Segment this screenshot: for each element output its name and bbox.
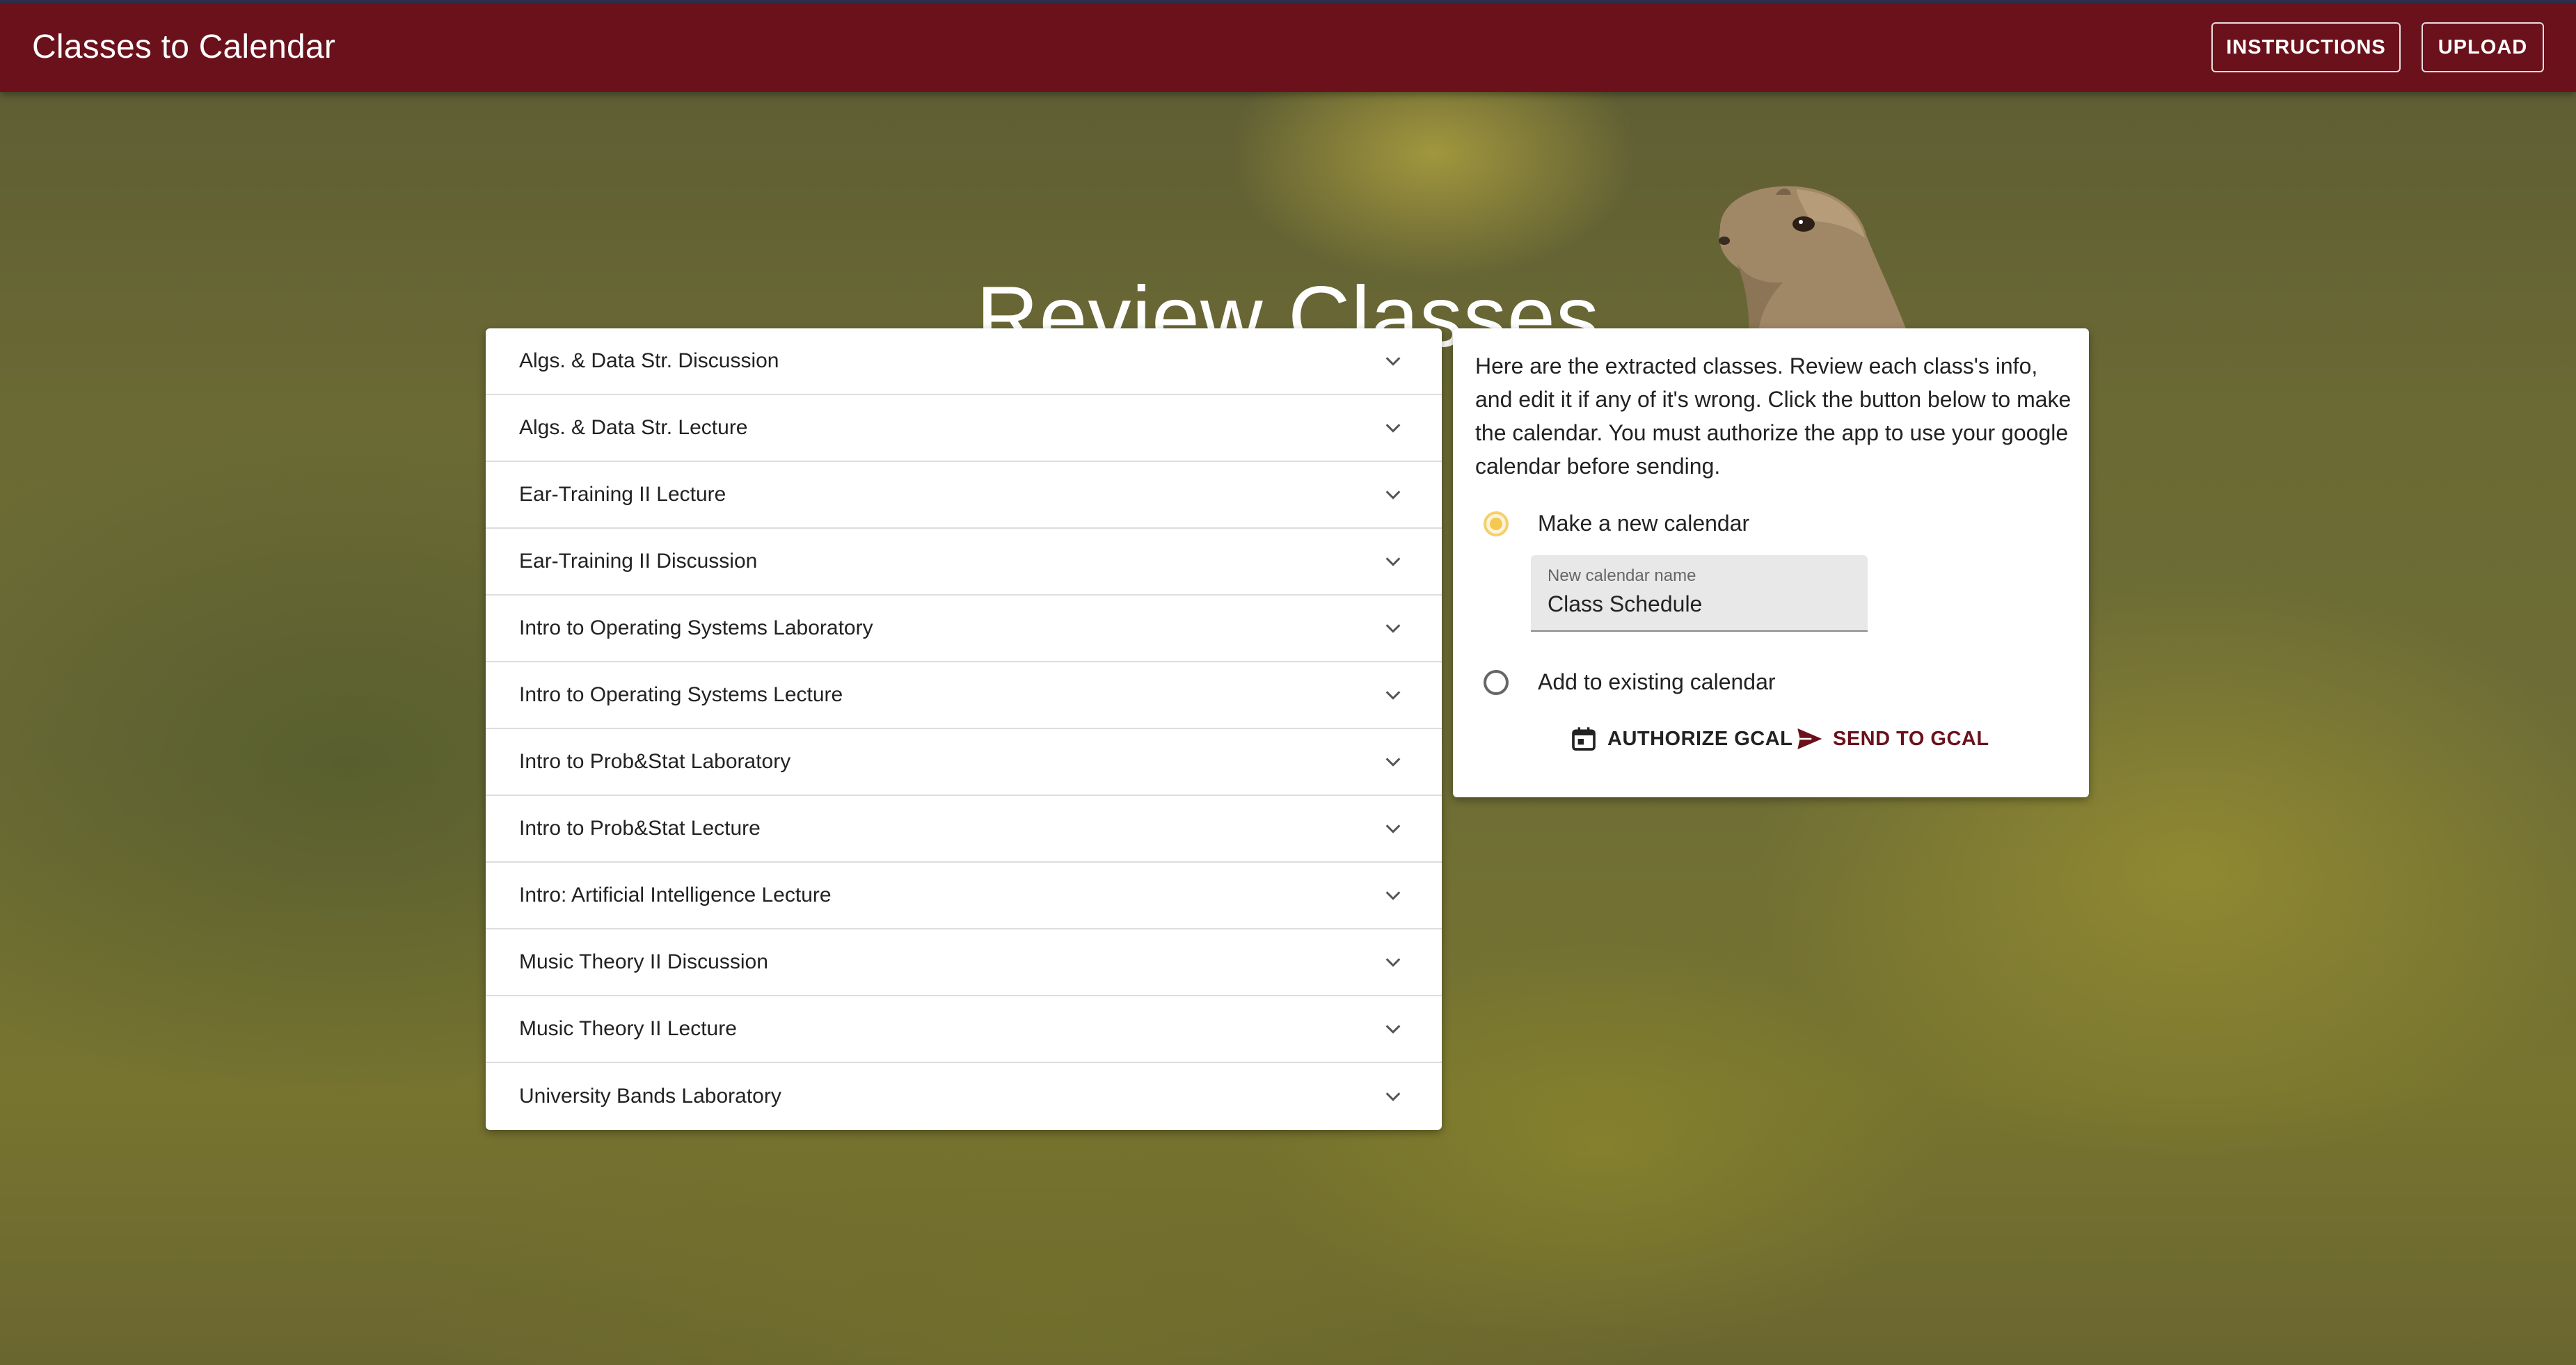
chevron-down-icon[interactable] bbox=[1383, 1019, 1403, 1039]
chevron-down-icon[interactable] bbox=[1383, 886, 1403, 905]
existing-calendar-label: Add to existing calendar bbox=[1538, 669, 1776, 694]
new-calendar-option[interactable]: Make a new calendar bbox=[1484, 511, 1749, 536]
chevron-down-icon[interactable] bbox=[1383, 618, 1403, 638]
chevron-down-icon[interactable] bbox=[1383, 685, 1403, 705]
class-item-label: Ear-Training II Discussion bbox=[519, 550, 758, 573]
chevron-down-icon[interactable] bbox=[1383, 552, 1403, 571]
class-item[interactable]: University Bands Laboratory bbox=[486, 1063, 1442, 1130]
class-item-label: Algs. & Data Str. Lecture bbox=[519, 416, 748, 439]
existing-calendar-option[interactable]: Add to existing calendar bbox=[1484, 669, 1776, 695]
chevron-down-icon[interactable] bbox=[1383, 952, 1403, 972]
class-item-label: Intro to Prob&Stat Laboratory bbox=[519, 750, 791, 773]
class-item[interactable]: Intro to Prob&Stat Laboratory bbox=[486, 729, 1442, 796]
chevron-down-icon[interactable] bbox=[1383, 485, 1403, 504]
class-item[interactable]: Ear-Training II Discussion bbox=[486, 529, 1442, 596]
authorize-gcal-label: AUTHORIZE GCAL bbox=[1607, 727, 1793, 750]
class-item-label: Music Theory II Discussion bbox=[519, 950, 768, 973]
chevron-down-icon[interactable] bbox=[1383, 819, 1403, 838]
chevron-down-icon[interactable] bbox=[1383, 1087, 1403, 1106]
instructions-text: Here are the extracted classes. Review e… bbox=[1475, 353, 2072, 479]
send-to-gcal-button[interactable]: SEND TO GCAL bbox=[1795, 721, 1989, 757]
class-item[interactable]: Ear-Training II Lecture bbox=[486, 462, 1442, 529]
upload-button[interactable]: UPLOAD bbox=[2422, 22, 2544, 72]
send-to-gcal-label: SEND TO GCAL bbox=[1833, 727, 1989, 750]
class-accordion: Algs. & Data Str. Discussion Algs. & Dat… bbox=[486, 328, 1442, 1130]
new-calendar-name-input[interactable]: Class Schedule bbox=[1548, 591, 1702, 617]
existing-calendar-radio[interactable] bbox=[1484, 669, 1509, 695]
new-calendar-name-field[interactable]: New calendar name Class Schedule bbox=[1531, 555, 1868, 632]
calendar-icon bbox=[1572, 727, 1596, 751]
class-item-label: Intro to Prob&Stat Lecture bbox=[519, 817, 761, 840]
app-bar: Classes to Calendar INSTRUCTIONS UPLOAD bbox=[0, 0, 2576, 92]
new-calendar-name-label: New calendar name bbox=[1548, 566, 1696, 585]
class-item-label: Intro to Operating Systems Laboratory bbox=[519, 616, 873, 639]
class-item[interactable]: Intro to Operating Systems Laboratory bbox=[486, 596, 1442, 662]
class-item[interactable]: Music Theory II Lecture bbox=[486, 996, 1442, 1063]
class-item[interactable]: Algs. & Data Str. Discussion bbox=[486, 328, 1442, 395]
class-item[interactable]: Algs. & Data Str. Lecture bbox=[486, 395, 1442, 462]
class-item-label: Intro to Operating Systems Lecture bbox=[519, 683, 843, 706]
app-title: Classes to Calendar bbox=[32, 29, 336, 65]
class-item-label: Ear-Training II Lecture bbox=[519, 483, 726, 506]
chevron-down-icon[interactable] bbox=[1383, 351, 1403, 371]
chevron-down-icon[interactable] bbox=[1383, 418, 1403, 438]
new-calendar-radio[interactable] bbox=[1484, 511, 1509, 536]
authorize-gcal-button[interactable]: AUTHORIZE GCAL bbox=[1570, 721, 1792, 757]
class-item[interactable]: Intro: Artificial Intelligence Lecture bbox=[486, 863, 1442, 929]
class-item-label: University Bands Laboratory bbox=[519, 1085, 781, 1108]
class-item-label: Music Theory II Lecture bbox=[519, 1017, 737, 1040]
chevron-down-icon[interactable] bbox=[1383, 752, 1403, 772]
class-item[interactable]: Intro to Prob&Stat Lecture bbox=[486, 796, 1442, 863]
class-item-label: Intro: Artificial Intelligence Lecture bbox=[519, 884, 832, 907]
instructions-button[interactable]: INSTRUCTIONS bbox=[2211, 22, 2401, 72]
class-item[interactable]: Music Theory II Discussion bbox=[486, 929, 1442, 996]
send-icon bbox=[1797, 728, 1822, 749]
class-item[interactable]: Intro to Operating Systems Lecture bbox=[486, 662, 1442, 729]
new-calendar-label: Make a new calendar bbox=[1538, 511, 1750, 536]
class-item-label: Algs. & Data Str. Discussion bbox=[519, 349, 779, 372]
